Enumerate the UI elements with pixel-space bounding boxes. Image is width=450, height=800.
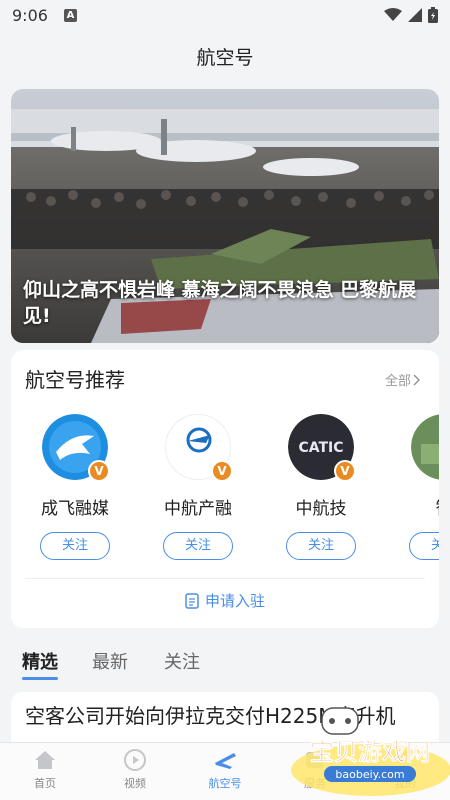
verified-badge-icon: V [211, 460, 233, 482]
play-icon [124, 749, 146, 771]
watermark-logo: 宝贝游戏网 baobeiy.com [291, 707, 450, 796]
follow-button[interactable]: 关注 [286, 532, 356, 560]
signal-icon [408, 8, 422, 22]
chevron-right-icon [413, 373, 421, 386]
document-icon [185, 592, 199, 609]
account-name: 中航产融 [164, 499, 232, 519]
recommend-card: 航空号推荐 全部 V 成飞融媒 关注 V 中航产融 关注 CATIC V 中航技… [11, 350, 439, 628]
account-name: 中航技 [295, 499, 347, 519]
account-item[interactable]: V 中航产融 关注 [143, 414, 253, 560]
feed-tabs: 精选 最新 关注 [0, 640, 450, 684]
account-item[interactable]: V 成飞融媒 关注 [20, 414, 130, 560]
apply-join-label: 申请入驻 [204, 592, 265, 610]
nav-aviation-label: 航空号 [208, 777, 242, 790]
account-name: 成飞融媒 [41, 499, 109, 519]
tab-active-indicator [22, 677, 58, 680]
avatar-logo-text: CATIC [298, 440, 343, 456]
watermark-url: baobeiy.com [335, 768, 404, 781]
verified-badge-icon: V [334, 460, 356, 482]
follow-button[interactable]: 关注 [40, 532, 110, 560]
watermark-title: 宝贝游戏网 [310, 738, 430, 766]
account-item[interactable]: 智 关注 [389, 414, 439, 560]
banner[interactable]: 仰山之高不惧岩峰 慕海之阔不畏浪急 巴黎航展见! [11, 89, 439, 343]
status-time: 9:06 [12, 5, 48, 25]
tab-latest[interactable]: 最新 [92, 648, 128, 674]
tab-featured[interactable]: 精选 [22, 648, 58, 674]
nav-home-label: 首页 [34, 777, 56, 790]
account-list: V 成飞融媒 关注 V 中航产融 关注 CATIC V 中航技 关注 关 [11, 414, 439, 564]
apply-join-button[interactable]: 申请入驻 [11, 590, 439, 611]
nav-video-label: 视频 [124, 777, 146, 790]
account-item[interactable]: CATIC V 中航技 关注 [266, 414, 376, 560]
view-all-link[interactable]: 全部 [385, 370, 421, 389]
battery-icon [428, 7, 438, 23]
nav-home[interactable]: 首页 [15, 749, 75, 791]
wifi-icon [384, 8, 402, 21]
page-title: 航空号 [196, 46, 254, 69]
tab-following[interactable]: 关注 [164, 648, 200, 674]
notification-icon: A [63, 8, 77, 22]
plane-icon [215, 753, 236, 769]
status-bar: 9:06 A [0, 0, 450, 30]
verified-badge-icon: V [88, 460, 110, 482]
divider [25, 578, 425, 579]
follow-button[interactable]: 关注 [409, 532, 439, 560]
nav-video[interactable]: 视频 [105, 749, 165, 791]
follow-button[interactable]: 关注 [163, 532, 233, 560]
account-name: 智 [389, 494, 440, 519]
nav-aviation[interactable]: 航空号 [195, 749, 255, 791]
avatar [411, 414, 439, 480]
banner-caption: 仰山之高不惧岩峰 慕海之阔不畏浪急 巴黎航展见! [23, 279, 417, 327]
home-icon [35, 751, 55, 769]
view-all-label: 全部 [384, 374, 411, 389]
recommend-title: 航空号推荐 [25, 368, 125, 392]
page-title-bar: 航空号 [0, 30, 450, 82]
